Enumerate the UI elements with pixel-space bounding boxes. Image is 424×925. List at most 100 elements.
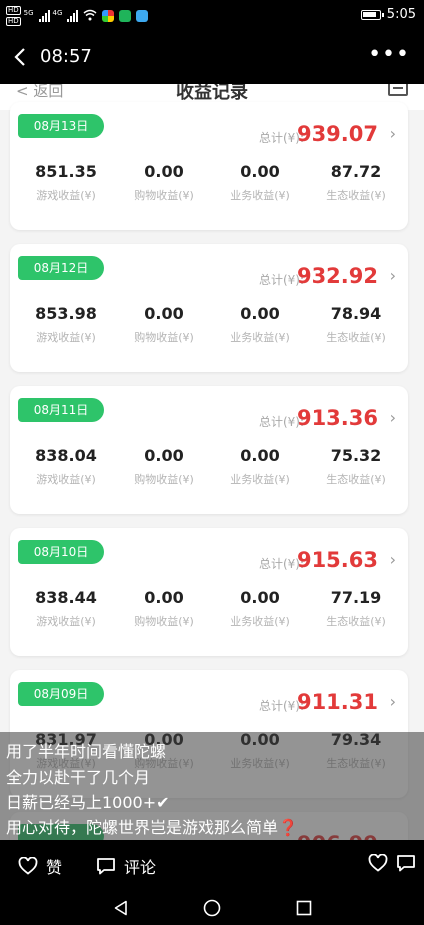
metric-value: 0.00	[240, 162, 280, 181]
status-right: 5:05	[360, 7, 416, 22]
income-metric: 77.19 生态收益(¥)	[308, 588, 404, 629]
date-badge: 08月12日	[18, 256, 104, 280]
income-metric: 851.35 游戏收益(¥)	[18, 162, 114, 203]
triangle-back-icon	[114, 900, 127, 916]
metric-label: 购物收益(¥)	[134, 331, 194, 344]
income-metric: 0.00 业务收益(¥)	[212, 304, 308, 345]
metric-label: 游戏收益(¥)	[36, 331, 96, 344]
status-bar: HD HD 5G 4G 5:05	[0, 0, 424, 32]
nav-recents-button[interactable]	[293, 898, 315, 918]
metric-label: 游戏收益(¥)	[36, 189, 96, 202]
metric-label: 游戏收益(¥)	[36, 473, 96, 486]
signal-icon	[67, 10, 79, 22]
comment-icon	[396, 854, 416, 872]
metric-label: 购物收益(¥)	[134, 473, 194, 486]
chevron-right-icon: ›	[389, 408, 396, 427]
video-header: 08:57 •••	[0, 32, 424, 84]
circle-home-icon	[203, 899, 221, 917]
network-type: 5G	[23, 9, 34, 17]
income-metric: 853.98 游戏收益(¥)	[18, 304, 114, 345]
income-metric: 0.00 购物收益(¥)	[116, 162, 212, 203]
total-value: 939.07	[296, 122, 378, 146]
list-icon	[388, 84, 408, 96]
date-badge: 08月11日	[18, 398, 104, 422]
date-badge: 08月10日	[18, 540, 104, 564]
income-metric: 87.72 生态收益(¥)	[308, 162, 404, 203]
metric-value: 851.35	[35, 162, 97, 181]
square-recents-icon	[296, 900, 312, 916]
embedded-screenshot: < 返回 收益记录 08月13日 总计(¥): 939.07 › 851.35 游戏收益(…	[0, 84, 424, 840]
metric-label: 业务收益(¥)	[230, 189, 290, 202]
metric-label: 生态收益(¥)	[326, 331, 386, 344]
battery-icon	[360, 9, 384, 20]
chevron-right-icon: ›	[389, 692, 396, 711]
video-caption: 用了半年时间看懂陀螺 全力以赴干了几个月 日薪已经马上1000+✔ 用心对待，陀…	[0, 732, 424, 840]
metric-label: 游戏收益(¥)	[36, 615, 96, 628]
caption-line: 日薪已经马上1000+✔	[6, 793, 170, 812]
notification-app-icon	[119, 10, 132, 22]
like-button[interactable]: 赞	[18, 854, 62, 878]
nav-back-button[interactable]	[110, 898, 132, 918]
notification-app-icon	[136, 10, 149, 22]
chevron-right-icon: ›	[389, 550, 396, 569]
income-metric: 0.00 业务收益(¥)	[212, 162, 308, 203]
caption-line: 全力以赴干了几个月	[6, 768, 151, 787]
like-label: 赞	[46, 858, 63, 877]
total-value: 915.63	[296, 548, 378, 572]
income-metric: 0.00 购物收益(¥)	[116, 304, 212, 345]
metric-value: 0.00	[240, 446, 280, 465]
hd-badge: HD	[6, 17, 21, 26]
income-card[interactable]: 08月13日 总计(¥): 939.07 › 851.35 游戏收益(¥) 0.00 购物收益…	[10, 102, 408, 230]
income-metric: 0.00 购物收益(¥)	[116, 588, 212, 629]
more-options-button[interactable]: •••	[368, 44, 410, 66]
date-badge: 08月09日	[18, 682, 104, 706]
metric-value: 853.98	[35, 304, 97, 323]
clock: 5:05	[386, 7, 416, 22]
inner-page-title: 收益记录	[176, 84, 248, 103]
total-value: 911.31	[296, 690, 378, 714]
hd-badge: HD	[6, 6, 21, 15]
metric-label: 购物收益(¥)	[134, 189, 194, 202]
metric-value: 0.00	[144, 588, 184, 607]
metric-label: 业务收益(¥)	[230, 473, 290, 486]
comment-label: 评论	[124, 858, 157, 877]
comment-icon-button[interactable]	[396, 854, 416, 872]
income-card[interactable]: 08月12日 总计(¥): 932.92 › 853.98 游戏收益(¥) 0.00 购物收益…	[10, 244, 408, 372]
metric-value: 838.04	[35, 446, 97, 465]
income-card[interactable]: 08月11日 总计(¥): 913.36 › 838.04 游戏收益(¥) 0.00 购物收益…	[10, 386, 408, 514]
income-metric: 0.00 购物收益(¥)	[116, 446, 212, 487]
income-metric: 75.32 生态收益(¥)	[308, 446, 404, 487]
metric-label: 生态收益(¥)	[326, 473, 386, 486]
network-type: 4G	[52, 9, 63, 17]
chevron-right-icon: ›	[389, 124, 396, 143]
notification-app-icon	[102, 10, 115, 22]
chevron-left-icon	[14, 48, 25, 66]
metric-label: 生态收益(¥)	[326, 615, 386, 628]
comment-icon	[96, 857, 116, 875]
back-button[interactable]	[6, 42, 34, 72]
comment-button[interactable]: 评论	[96, 854, 156, 878]
income-metric: 0.00 业务收益(¥)	[212, 446, 308, 487]
metric-value: 0.00	[240, 304, 280, 323]
metric-value: 78.94	[330, 304, 382, 323]
nav-home-button[interactable]	[201, 898, 223, 918]
like-icon-button[interactable]	[368, 854, 388, 872]
action-bar: 赞 评论	[0, 840, 424, 892]
date-badge: 08月13日	[18, 114, 104, 138]
income-metric: 838.44 游戏收益(¥)	[18, 588, 114, 629]
metric-label: 业务收益(¥)	[230, 331, 290, 344]
metric-value: 0.00	[240, 588, 280, 607]
system-nav-bar	[0, 892, 424, 925]
caption-line: 用了半年时间看懂陀螺	[6, 742, 167, 761]
metric-value: 77.19	[330, 588, 382, 607]
metric-value: 0.00	[144, 162, 184, 181]
metric-label: 购物收益(¥)	[134, 615, 194, 628]
metric-value: 87.72	[330, 162, 382, 181]
total-value: 913.36	[296, 406, 378, 430]
income-metric: 78.94 生态收益(¥)	[308, 304, 404, 345]
income-metric: 838.04 游戏收益(¥)	[18, 446, 114, 487]
income-card[interactable]: 08月10日 总计(¥): 915.63 › 838.44 游戏收益(¥) 0.00 购物收益…	[10, 528, 408, 656]
signal-icon	[38, 10, 50, 22]
status-indicators: HD HD 5G 4G	[6, 6, 149, 26]
metric-value: 838.44	[35, 588, 97, 607]
